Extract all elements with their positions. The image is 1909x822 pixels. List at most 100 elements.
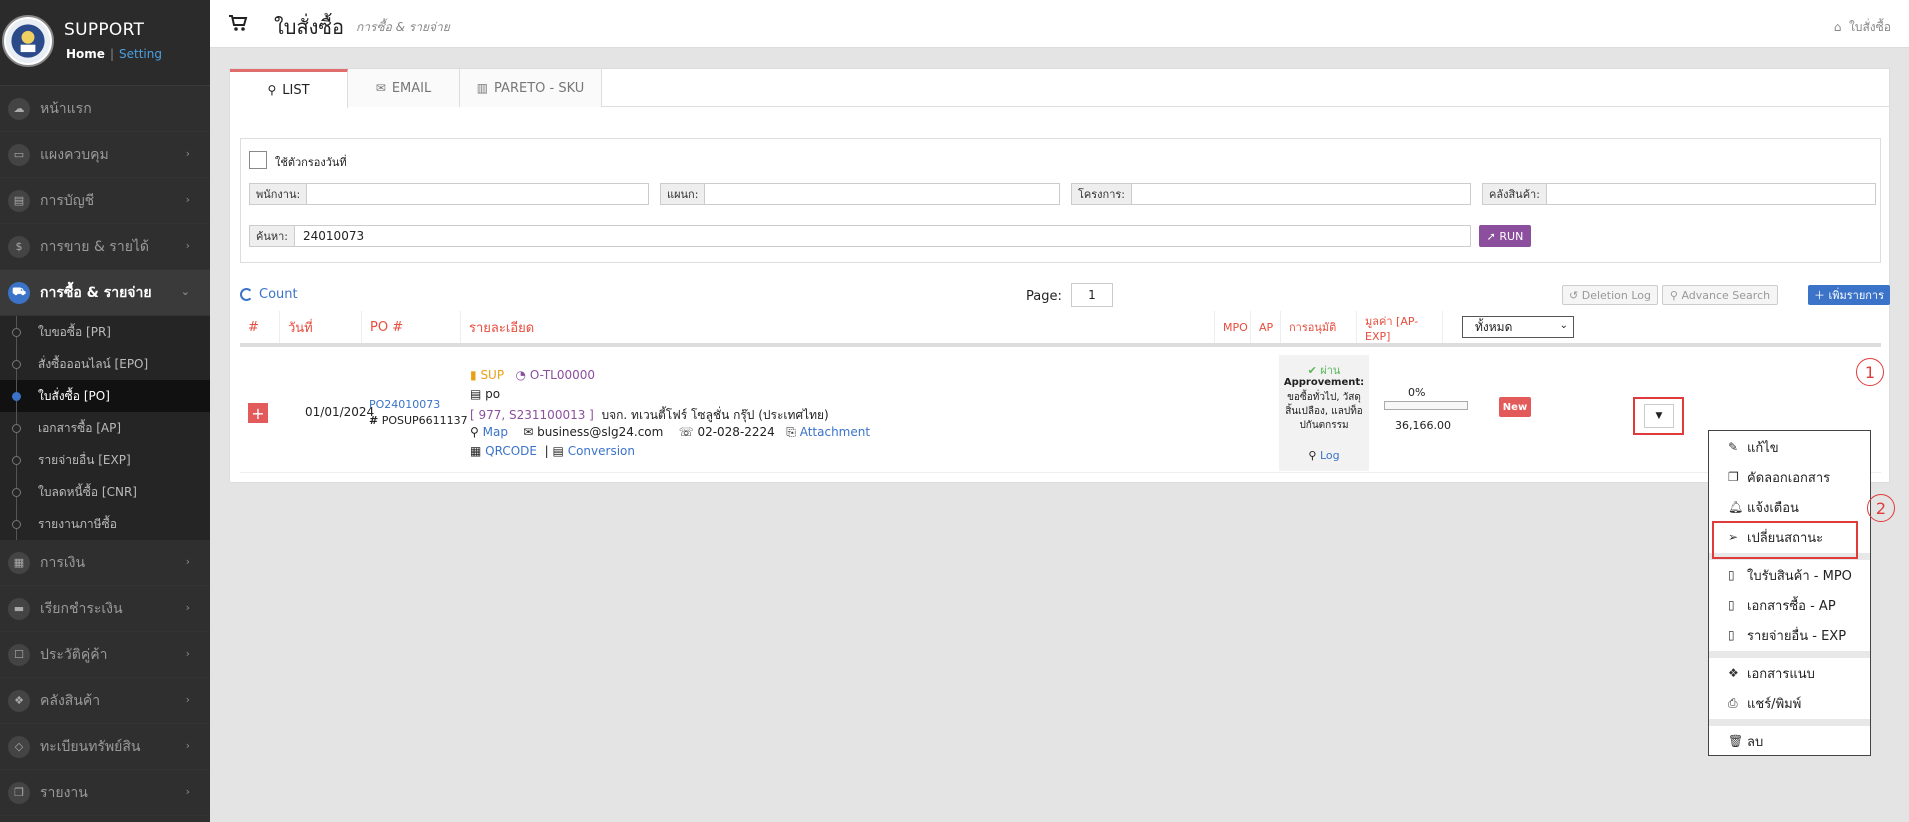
building-icon: ▮ [470,368,477,382]
submenu-item-ap[interactable]: เอกสารซื้อ [AP] [0,412,210,444]
deletion-log-button[interactable]: ↺ Deletion Log [1562,285,1658,305]
sidebar-item-label: การขาย & รายได้ [40,238,150,255]
department-input[interactable] [705,184,1059,204]
app-root: SUPPORT Home | Setting ☁ หน้าแรก ▭ แผงควบคุม… [0,0,1909,822]
menu-item-share-print[interactable]: ⎙ แชร์/พิมพ์ [1709,689,1870,717]
menu-item-exp[interactable]: ▯ รายจ่ายอื่น - EXP [1709,621,1870,649]
page-label: Page: [1026,289,1062,304]
date-filter-checkbox[interactable] [249,151,267,169]
project-input[interactable] [1132,184,1470,204]
submenu-item-tax-report[interactable]: รายงานภาษีซื้อ [0,508,210,540]
sidebar-item-partners[interactable]: ☐ ประวัติคู่ค้า › [0,632,210,678]
detail-separator: | [544,444,549,458]
submenu-item-exp[interactable]: รายจ่ายอื่น [EXP] [0,444,210,476]
sidebar-item-warehouse[interactable]: ❖ คลังสินค้า › [0,678,210,724]
conversion-link[interactable]: Conversion [568,444,635,458]
project-field: โครงการ: [1071,183,1471,205]
sidebar-item-billing[interactable]: ▬ เรียกชำระเงิน › [0,586,210,632]
home-link[interactable]: Home [66,47,105,61]
sidebar-item-reports[interactable]: ❐ รายงาน › [0,770,210,816]
list-toolbar: Count Page: 1 ↺ Deletion Log ⚲ Advance S… [240,283,1890,309]
menu-item-label: แจ้งเตือน [1747,500,1799,516]
log-link[interactable]: Log [1320,449,1340,462]
menu-item-label: แก้ไข [1747,440,1779,456]
map-link[interactable]: Map [483,425,508,439]
status-badge: New [1499,397,1531,417]
add-item-button[interactable]: ＋ เพิ่มรายการ [1808,285,1890,305]
logo[interactable] [2,15,54,67]
tab-label: LIST [282,82,310,98]
tab-email[interactable]: ✉ EMAIL [348,69,460,107]
file-icon: ▯ [1728,628,1735,642]
expand-button[interactable]: + [248,403,268,423]
envelope-icon: ✉ [523,425,534,439]
qrcode-link[interactable]: QRCODE [485,444,537,458]
submenu-item-label: เอกสารซื้อ [AP] [38,420,122,435]
tab-list[interactable]: ⚲ LIST [230,69,348,108]
dollar-icon: $ [8,235,30,258]
menu-item-notify[interactable]: 🔔︎ แจ้งเตือน [1709,493,1870,521]
sidebar-item-home[interactable]: ☁ หน้าแรก [0,86,210,132]
menu-item-ap[interactable]: ▯ เอกสารซื้อ - AP [1709,591,1870,619]
employee-label: พนักงาน: [250,184,308,204]
warehouse-input[interactable] [1546,184,1875,204]
approve-status-label: ผ่าน [1320,364,1341,377]
page-title: ใบสั่งซื้อ [274,15,345,39]
search-input[interactable]: 24010073 [295,226,1470,246]
po-ref-value: POSUP6611137 [381,414,468,427]
map-marker-icon: ⚲ [470,425,479,439]
row-actions-dropdown[interactable]: ▼ [1633,397,1684,435]
submenu-item-label: สั่งซื้อออนไลน์ [EPO] [38,356,149,371]
advance-search-button[interactable]: ⚲ Advance Search [1662,285,1778,305]
menu-item-copy[interactable]: ❐ คัดลอกเอกสาร [1709,463,1870,491]
warehouse-field: คลังสินค้า: [1482,183,1876,205]
tab-pareto[interactable]: ▥ PARETO - SKU [460,69,602,107]
submenu-item-pr[interactable]: ใบขอซื้อ [PR] [0,316,210,348]
breadcrumb-current[interactable]: ใบสั่งซื้อ [1849,20,1891,34]
po-number-link[interactable]: PO24010073 [369,398,440,411]
bullet-icon [12,424,21,433]
sidebar-item-sales[interactable]: $ การขาย & รายได้ › [0,224,210,270]
col-date: วันที่ [280,311,362,343]
sidebar-item-label: การบัญชี [40,192,95,209]
status-filter-select[interactable]: ทั้งหมด ⌄ [1462,316,1574,338]
bar-chart-icon: ▥ [476,81,489,95]
sidebar-item-finance[interactable]: ▦ การเงิน › [0,540,210,586]
print-icon: ⎙ [1728,695,1738,710]
rocket-icon: ➚ [1486,229,1496,243]
home-icon[interactable]: ⌂ [1834,20,1842,34]
sidebar-item-purchase[interactable]: ⛟ การซื้อ & รายจ่าย ⌄ [0,270,210,316]
cloud-icon: ☁ [8,97,30,120]
sidebar-item-label: การเงิน [40,554,86,571]
menu-item-edit[interactable]: ✎ แก้ไข [1709,433,1870,461]
search-icon: ⚲ [1308,449,1317,462]
submenu-item-cnr[interactable]: ใบลดหนี้ซื้อ [CNR] [0,476,210,508]
menu-item-attachments[interactable]: ❖ เอกสารแนบ [1709,659,1870,687]
sidebar-item-assets[interactable]: ◇ ทะเบียนทรัพย์สิน › [0,724,210,770]
menu-item-delete[interactable]: 🗑︎ ลบ [1709,727,1870,755]
menu-item-label: คัดลอกเอกสาร [1747,470,1831,486]
employee-input[interactable] [307,184,648,204]
file-icon: ▯ [1728,598,1735,612]
menu-item-mpo[interactable]: ▯ ใบรับสินค้า - MPO [1709,561,1870,589]
check-circle-icon: ✔ [1307,364,1317,377]
sidebar-item-accounting[interactable]: ▤ การบัญชี › [0,178,210,224]
page-subtitle: การซื้อ & รายจ่าย [356,20,450,34]
cubes-icon: ❖ [8,689,30,712]
submenu-item-epo[interactable]: สั่งซื้อออนไลน์ [EPO] [0,348,210,380]
qrcode-icon: ▦ [470,444,482,458]
brand: SUPPORT Home | Setting [0,0,210,86]
refresh-icon [240,288,253,301]
approval-log[interactable]: ⚲ Log [1279,449,1369,462]
attachment-link[interactable]: Attachment [800,425,870,439]
page-input[interactable]: 1 [1071,283,1113,307]
table-header: # วันที่ PO # รายละเอียด MPO AP การอนุมั… [240,311,1881,347]
count-button[interactable]: Count [240,287,298,302]
menu-item-label: เอกสารแนบ [1747,666,1815,682]
run-button[interactable]: ➚ RUN [1479,225,1531,247]
sidebar-item-dashboard[interactable]: ▭ แผงควบคุม › [0,132,210,178]
setting-link[interactable]: Setting [119,47,162,61]
vendor-code: [ 977, S231100013 ] [470,408,594,422]
sidebar-item-label: รายงาน [40,784,88,801]
submenu-item-po[interactable]: ใบสั่งซื้อ [PO] [0,380,210,412]
